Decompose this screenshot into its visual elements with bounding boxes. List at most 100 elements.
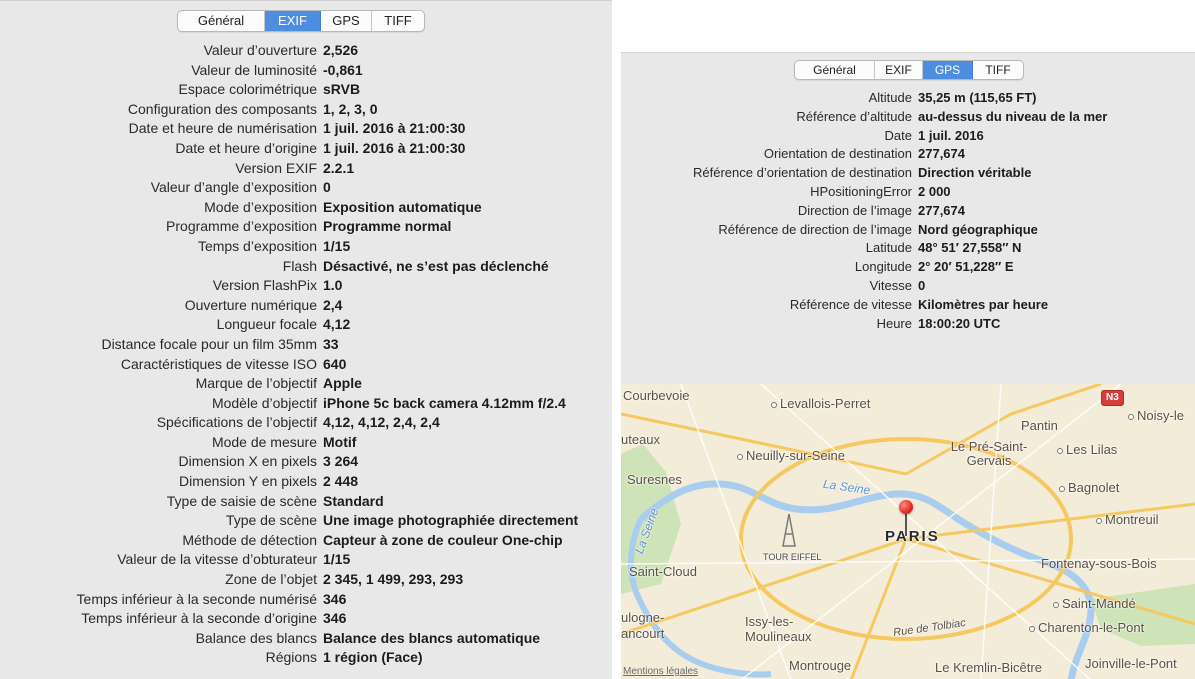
city-dot-icon (1059, 485, 1065, 492)
metadata-value: 1, 2, 3, 0 (323, 100, 378, 117)
map-label-boulogne: ulogne- (621, 610, 665, 625)
map-label-montreuil: Montreuil (1096, 512, 1158, 527)
metadata-label: Valeur d’ouverture (203, 42, 317, 58)
map-label-joinville: Joinville-le-Pont (1085, 656, 1177, 671)
metadata-row: Ouverture numérique 2,4 (0, 296, 578, 316)
metadata-row: Latitude 48° 51′ 27,558″ N (621, 239, 1107, 258)
tab-tiff[interactable]: TIFF (372, 11, 424, 31)
gps-inspector-panel: Général EXIF GPS TIFF Altitude 35,25 m (1… (621, 52, 1195, 679)
metadata-row: HPositioningError 2 000 (621, 183, 1107, 202)
map-label-bagnolet: Bagnolet (1059, 480, 1119, 495)
metadata-label: Orientation de destination (763, 146, 912, 162)
metadata-row: Type de saisie de scène Standard (0, 492, 578, 512)
metadata-label: Référence de direction de l’image (718, 221, 912, 237)
metadata-label: Zone de l’objet (225, 571, 317, 588)
metadata-row: Orientation de destination 277,674 (621, 145, 1107, 164)
location-pin-icon[interactable] (899, 500, 913, 514)
map-label-tour-eiffel: TOUR EIFFEL (763, 552, 822, 562)
eiffel-tower-icon (782, 513, 796, 547)
metadata-row: Spécifications de l’objectif 4,12, 4,12, … (0, 413, 578, 433)
city-dot-icon (1053, 601, 1059, 608)
map-label-pantin: Pantin (1021, 418, 1058, 433)
tab-tiff[interactable]: TIFF (973, 61, 1023, 79)
location-map[interactable]: Courbevoie Levallois-Perret N3 Pantin No… (621, 384, 1195, 679)
city-dot-icon (1029, 625, 1035, 632)
map-label-noisy: Noisy-le (1128, 408, 1184, 423)
metadata-label: Temps d’exposition (197, 237, 317, 254)
metadata-row: Flash Désactivé, ne s’est pas déclenché (0, 257, 578, 277)
metadata-label: Type de scène (225, 512, 317, 529)
metadata-value: 277,674 (918, 202, 965, 218)
metadata-value: iPhone 5c back camera 4.12mm f/2.4 (323, 394, 566, 411)
metadata-row: Valeur d’angle d’exposition 0 (0, 178, 578, 198)
metadata-value: 0 (323, 179, 331, 196)
metadata-label: Dimension Y en pixels (178, 473, 317, 490)
metadata-value: Standard (323, 492, 384, 509)
metadata-label: Configuration des composants (127, 100, 317, 117)
metadata-value: 1 juil. 2016 à 21:00:30 (323, 139, 466, 156)
metadata-label: Régions (265, 649, 317, 666)
metadata-value: au-dessus du niveau de la mer (918, 108, 1108, 124)
metadata-value: 18:00:20 UTC (918, 315, 1001, 331)
metadata-label: Référence d’orientation de destination (693, 165, 912, 181)
metadata-label: Version FlashPix (212, 277, 317, 294)
city-dot-icon (771, 401, 777, 408)
city-dot-icon (737, 453, 743, 460)
map-label-billancourt: ancourt (621, 626, 665, 641)
metadata-row: Modèle d’objectif iPhone 5c back camera 4… (0, 394, 578, 414)
metadata-row: Date et heure d’origine 1 juil. 2016 à 21… (0, 139, 578, 159)
metadata-row: Direction de l’image 277,674 (621, 202, 1107, 221)
metadata-value: 2,526 (323, 42, 359, 58)
metadata-value: Direction véritable (918, 165, 1032, 181)
metadata-value: 2.2.1 (323, 159, 355, 176)
city-dot-icon (1096, 517, 1102, 524)
tab-general[interactable]: Général (178, 11, 265, 31)
legal-notice-link[interactable]: Mentions légales (623, 666, 698, 677)
metadata-value: Désactivé, ne s’est pas déclenché (323, 257, 549, 274)
tab-general[interactable]: Général (795, 61, 875, 79)
metadata-label: Longueur focale (216, 316, 317, 333)
metadata-label: Référence de vitesse (789, 296, 912, 312)
metadata-value: 48° 51′ 27,558″ N (918, 240, 1022, 256)
tab-gps[interactable]: GPS (321, 11, 372, 31)
metadata-label: Date (884, 127, 912, 143)
metadata-row: Temps d’exposition 1/15 (0, 237, 578, 257)
map-label-levallois: Levallois-Perret (771, 396, 870, 411)
metadata-value: 346 (323, 610, 347, 627)
map-label-neuilly: Neuilly-sur-Seine (737, 448, 845, 463)
metadata-label: Mode de mesure (211, 433, 317, 450)
metadata-value: sRVB (323, 81, 361, 98)
metadata-value: 1.0 (323, 277, 343, 294)
metadata-value: 2 448 (323, 473, 359, 490)
metadata-label: Valeur de luminosité (191, 61, 317, 78)
map-label-saint-mande: Saint-Mandé (1053, 596, 1136, 611)
metadata-value: 277,674 (918, 146, 965, 162)
metadata-row: Date 1 juil. 2016 (621, 127, 1107, 146)
metadata-value: 1/15 (323, 237, 351, 254)
metadata-label: Caractéristiques de vitesse ISO (120, 355, 317, 372)
metadata-value: 3 264 (323, 453, 359, 470)
road-sign-n3: N3 (1101, 390, 1124, 406)
metadata-row: Référence d’orientation de destination Di… (621, 164, 1107, 183)
gps-metadata-list: Altitude 35,25 m (115,65 FT) Référence d’a… (621, 89, 1107, 333)
metadata-row: Longueur focale 4,12 (0, 315, 578, 335)
metadata-row: Distance focale pour un film 35mm 33 (0, 335, 578, 355)
metadata-value: 1/15 (323, 551, 351, 568)
metadata-value: 35,25 m (115,65 FT) (918, 90, 1037, 105)
metadata-row: Balance des blancs Balance des blancs aut… (0, 629, 578, 649)
tab-exif[interactable]: EXIF (265, 11, 321, 31)
metadata-value: 2 345, 1 499, 293, 293 (323, 571, 464, 588)
tab-exif[interactable]: EXIF (875, 61, 923, 79)
map-label-kremlin: Le Kremlin-Bicêtre (935, 660, 1042, 675)
metadata-value: Programme normal (323, 218, 452, 235)
tab-gps[interactable]: GPS (923, 61, 973, 79)
metadata-value: 1 juil. 2016 (918, 127, 984, 143)
metadata-value: Exposition automatique (323, 198, 482, 215)
metadata-label: Balance des blancs (195, 629, 317, 646)
metadata-label: Date et heure de numérisation (128, 120, 317, 137)
metadata-value: Kilomètres par heure (918, 296, 1049, 312)
metadata-label: Flash (282, 257, 317, 274)
exif-inspector-panel: Général EXIF GPS TIFF Valeur d’ouverture… (0, 0, 612, 679)
metadata-row: Référence de direction de l’image Nord gé… (621, 221, 1107, 240)
metadata-row: Zone de l’objet 2 345, 1 499, 293, 293 (0, 570, 578, 590)
